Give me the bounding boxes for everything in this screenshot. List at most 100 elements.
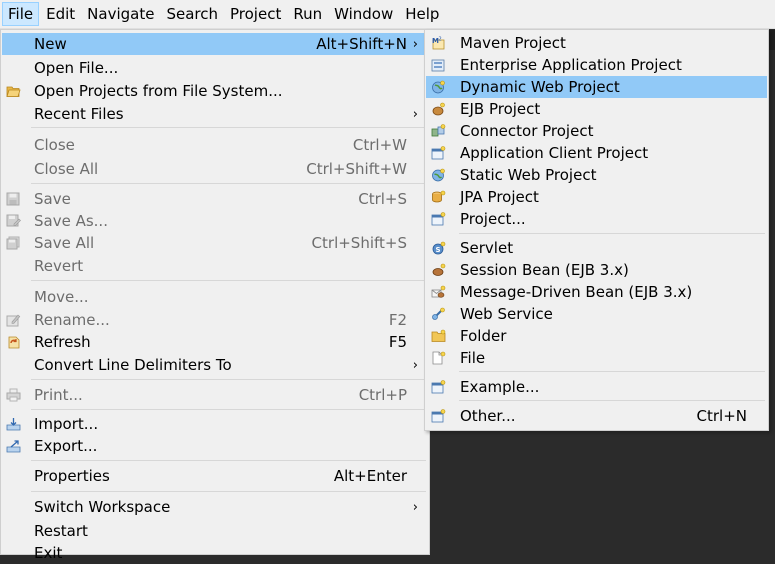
new-enterprise-label: Enterprise Application Project <box>460 56 682 74</box>
file-switch-workspace-label: Switch Workspace <box>34 498 171 516</box>
new-file-label: File <box>460 349 486 367</box>
file-convert-line-delimiters-item[interactable]: Convert Line Delimiters To › <box>2 354 428 376</box>
refresh-icon <box>6 335 21 349</box>
file-open-file-item[interactable]: Open File... <box>2 57 428 79</box>
file-save-item[interactable]: Save Ctrl+S <box>2 188 428 210</box>
file-open-file-label: Open File... <box>34 59 119 77</box>
file-save-as-item[interactable]: Save As... <box>2 210 428 232</box>
file-open-projects-item[interactable]: Open Projects from File System... <box>2 80 428 102</box>
file-export-item[interactable]: Export... <box>2 435 428 457</box>
session-bean-icon <box>431 263 446 277</box>
servlet-icon: S <box>431 241 446 255</box>
new-other-item[interactable]: Other... Ctrl+N <box>426 405 767 427</box>
file-save-all-accel: Ctrl+Shift+S <box>311 234 407 252</box>
new-enterprise-app-project-item[interactable]: Enterprise Application Project <box>426 54 767 76</box>
new-web-service-item[interactable]: Web Service <box>426 303 767 325</box>
file-refresh-accel: F5 <box>388 333 407 351</box>
file-menu: New Alt+Shift+N › Open File... Open Proj… <box>0 29 430 562</box>
file-save-all-item[interactable]: Save All Ctrl+Shift+S <box>2 232 428 254</box>
jpa-project-icon <box>431 190 446 204</box>
svg-text:S: S <box>436 246 441 254</box>
file-rename-label: Rename... <box>34 311 110 329</box>
separator <box>31 183 426 184</box>
save-icon <box>6 192 21 206</box>
file-revert-item[interactable]: Revert <box>2 255 428 277</box>
new-example-item[interactable]: Example... <box>426 376 767 398</box>
menu-project[interactable]: Project <box>225 2 286 26</box>
file-rename-item[interactable]: Rename... F2 <box>2 309 428 331</box>
new-other-accel: Ctrl+N <box>696 407 747 425</box>
file-restart-item[interactable]: Restart <box>2 520 428 542</box>
menu-file[interactable]: File <box>2 2 40 26</box>
new-static-web-project-item[interactable]: Static Web Project <box>426 164 767 186</box>
new-folder-label: Folder <box>460 327 507 345</box>
new-connector-label: Connector Project <box>460 122 594 140</box>
message-bean-icon <box>431 285 446 299</box>
file-import-item[interactable]: Import... <box>2 413 428 435</box>
new-project-item[interactable]: Project... <box>426 208 767 230</box>
new-message-driven-bean-item[interactable]: Message-Driven Bean (EJB 3.x) <box>426 281 767 303</box>
new-app-client-project-item[interactable]: Application Client Project <box>426 142 767 164</box>
menu-run[interactable]: Run <box>288 2 327 26</box>
file-export-label: Export... <box>34 437 98 455</box>
separator <box>31 379 426 380</box>
file-revert-label: Revert <box>34 257 84 275</box>
printer-icon <box>6 388 21 402</box>
new-app-client-label: Application Client Project <box>460 144 649 162</box>
file-print-label: Print... <box>34 386 83 404</box>
file-move-item[interactable]: Move... <box>2 286 428 308</box>
menu-help[interactable]: Help <box>400 2 444 26</box>
other-wizard-icon <box>431 409 446 423</box>
file-switch-workspace-item[interactable]: Switch Workspace › <box>2 496 428 518</box>
folder-open-icon <box>6 84 21 98</box>
new-file-item[interactable]: File <box>426 347 767 369</box>
file-properties-item[interactable]: Properties Alt+Enter <box>2 465 428 487</box>
new-dynamic-web-label: Dynamic Web Project <box>460 78 620 96</box>
file-open-projects-label: Open Projects from File System... <box>34 82 283 100</box>
new-servlet-item[interactable]: S Servlet <box>426 237 767 259</box>
file-close-all-item[interactable]: Close All Ctrl+Shift+W <box>2 158 428 180</box>
new-example-label: Example... <box>460 378 540 396</box>
new-jpa-label: JPA Project <box>460 188 539 206</box>
new-connector-project-item[interactable]: Connector Project <box>426 120 767 142</box>
separator <box>31 460 426 461</box>
file-refresh-item[interactable]: Refresh F5 <box>2 331 428 353</box>
new-servlet-label: Servlet <box>460 239 514 257</box>
new-folder-item[interactable]: Folder <box>426 325 767 347</box>
static-web-icon <box>431 168 446 182</box>
folder-icon <box>431 329 446 343</box>
file-print-item[interactable]: Print... Ctrl+P <box>2 384 428 406</box>
file-close-accel: Ctrl+W <box>352 136 407 154</box>
file-move-label: Move... <box>34 288 89 306</box>
separator <box>31 127 426 128</box>
separator <box>459 233 765 234</box>
new-jpa-project-item[interactable]: JPA Project <box>426 186 767 208</box>
new-web-service-label: Web Service <box>460 305 553 323</box>
file-save-accel: Ctrl+S <box>358 190 407 208</box>
file-exit-item[interactable]: Exit <box>2 542 428 564</box>
app-client-icon <box>431 146 446 160</box>
separator <box>459 371 765 372</box>
new-session-bean-item[interactable]: Session Bean (EJB 3.x) <box>426 259 767 281</box>
file-convert-label: Convert Line Delimiters To <box>34 356 232 374</box>
file-recent-files-label: Recent Files <box>34 105 124 123</box>
new-mdb-label: Message-Driven Bean (EJB 3.x) <box>460 283 693 301</box>
separator <box>31 491 426 492</box>
menu-navigate[interactable]: Navigate <box>82 2 159 26</box>
new-maven-label: Maven Project <box>460 34 566 52</box>
menu-window[interactable]: Window <box>329 2 398 26</box>
menu-edit[interactable]: Edit <box>41 2 80 26</box>
new-session-bean-label: Session Bean (EJB 3.x) <box>460 261 629 279</box>
new-maven-project-item[interactable]: M2 Maven Project <box>426 32 767 54</box>
file-new-label: New <box>34 35 67 53</box>
file-refresh-label: Refresh <box>34 333 91 351</box>
file-save-label: Save <box>34 190 71 208</box>
file-new-item[interactable]: New Alt+Shift+N › <box>2 33 428 55</box>
new-ejb-project-item[interactable]: EJB Project <box>426 98 767 120</box>
file-recent-files-item[interactable]: Recent Files › <box>2 103 428 125</box>
example-icon <box>431 380 446 394</box>
separator <box>31 280 426 281</box>
file-close-item[interactable]: Close Ctrl+W <box>2 134 428 156</box>
menu-search[interactable]: Search <box>161 2 223 26</box>
new-dynamic-web-project-item[interactable]: Dynamic Web Project <box>426 76 767 98</box>
